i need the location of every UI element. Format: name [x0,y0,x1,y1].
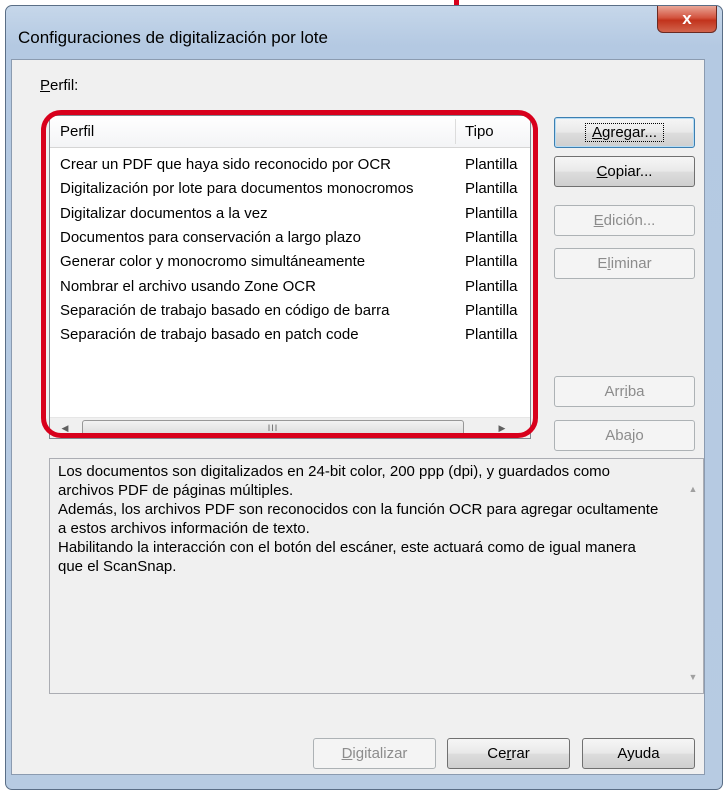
row-profile-type: Plantilla [465,253,518,271]
row-profile-type: Plantilla [465,301,518,319]
table-row[interactable]: Generar color y monocromo simultáneament… [50,250,530,274]
ayuda-button[interactable]: Ayuda [582,738,695,769]
table-row[interactable]: Digitalizar documentos a la vez Plantilla [50,202,530,226]
table-row[interactable]: Digitalización por lote para documentos … [50,177,530,201]
edicion-button[interactable]: Edición... [554,205,695,236]
row-profile-name: Nombrar el archivo usando Zone OCR [60,277,316,295]
row-profile-name: Generar color y monocromo simultáneament… [60,253,366,271]
eliminar-button[interactable]: Eliminar [554,248,695,279]
row-profile-type: Plantilla [465,326,518,344]
row-profile-type: Plantilla [465,204,518,222]
arrow-up-icon[interactable]: ▲ [683,479,703,499]
row-profile-name: Separación de trabajo basado en código d… [60,301,390,319]
horizontal-scrollbar[interactable]: ◀ III ▶ [50,417,530,438]
row-profile-name: Digitalización por lote para documentos … [60,180,414,198]
close-button[interactable]: x [657,6,717,33]
table-row[interactable]: Crear un PDF que haya sido reconocido po… [50,153,530,177]
description-line: Además, los archivos PDF son reconocidos… [58,501,659,537]
column-header-perfil[interactable]: Perfil [50,116,455,147]
arriba-button[interactable]: Arriba [554,376,695,407]
scroll-thumb[interactable]: III [82,420,464,436]
agregar-button[interactable]: Agregar... [554,117,695,148]
abajo-button[interactable]: Abajo [554,420,695,451]
digitalizar-button[interactable]: Digitalizar [313,738,436,769]
row-profile-type: Plantilla [465,277,518,295]
arrow-left-icon[interactable]: ◀ [56,418,74,438]
vertical-scrollbar[interactable]: ▲ ▼ [683,459,703,693]
description-line: Habilitando la interacción con el botón … [58,539,636,575]
window-title: Configuraciones de digitalización por lo… [18,28,328,47]
table-row[interactable]: Documentos para conservación a largo pla… [50,226,530,250]
profile-section-label: Perfil: [40,77,79,94]
arrow-down-icon[interactable]: ▼ [683,667,703,687]
row-profile-name: Documentos para conservación a largo pla… [60,228,362,246]
row-profile-type: Plantilla [465,156,518,173]
table-row[interactable]: Separación de trabajo basado en código d… [50,299,530,323]
table-row[interactable]: Nombrar el archivo usando Zone OCR Planti… [50,275,530,299]
profile-description: Los documentos son digitalizados en 24-b… [49,458,704,694]
row-profile-type: Plantilla [465,228,518,246]
row-profile-name: Separación de trabajo basado en patch co… [60,326,359,344]
arrow-right-icon[interactable]: ▶ [493,418,511,438]
list-header: Perfil Tipo [50,116,530,148]
description-line: Los documentos son digitalizados en 24-b… [58,463,611,499]
copiar-button[interactable]: Copiar... [554,156,695,187]
column-header-tipo[interactable]: Tipo [455,116,530,147]
row-profile-type: Plantilla [465,180,518,198]
row-profile-name: Crear un PDF que haya sido reconocido po… [60,156,391,173]
table-row[interactable]: Separación de trabajo basado en patch co… [50,323,530,347]
profile-list[interactable]: Perfil Tipo Crear un PDF que haya sido r… [49,115,531,439]
row-profile-name: Digitalizar documentos a la vez [60,204,268,222]
close-icon: x [682,9,692,28]
cerrar-button[interactable]: Cerrar [447,738,570,769]
